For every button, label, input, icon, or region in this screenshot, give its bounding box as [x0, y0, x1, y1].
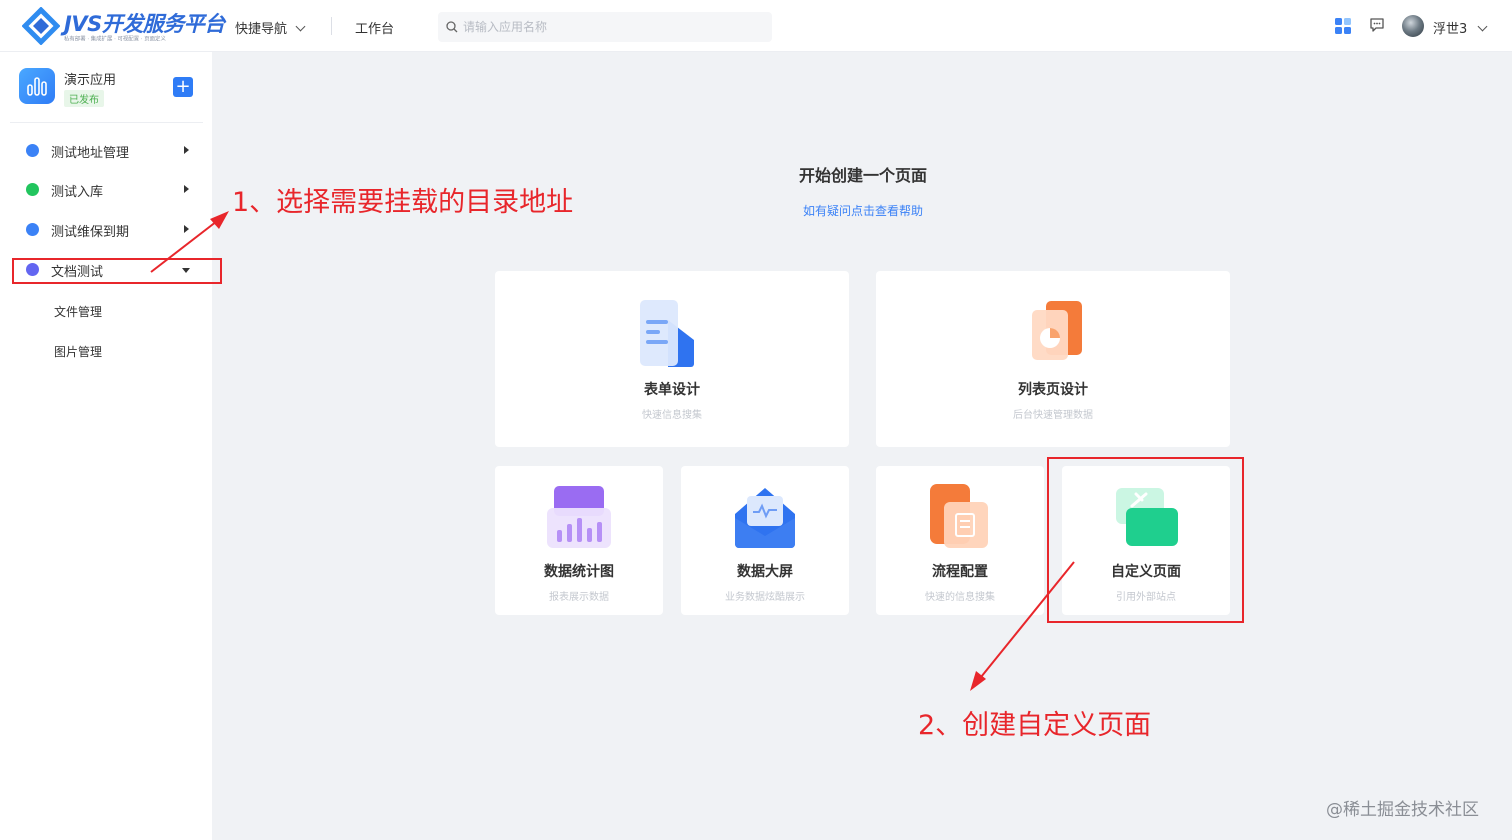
watermark: @稀土掘金技术社区 — [1326, 800, 1479, 820]
arrow-head-icon — [210, 211, 229, 229]
annotation-arrows — [150, 211, 1075, 691]
